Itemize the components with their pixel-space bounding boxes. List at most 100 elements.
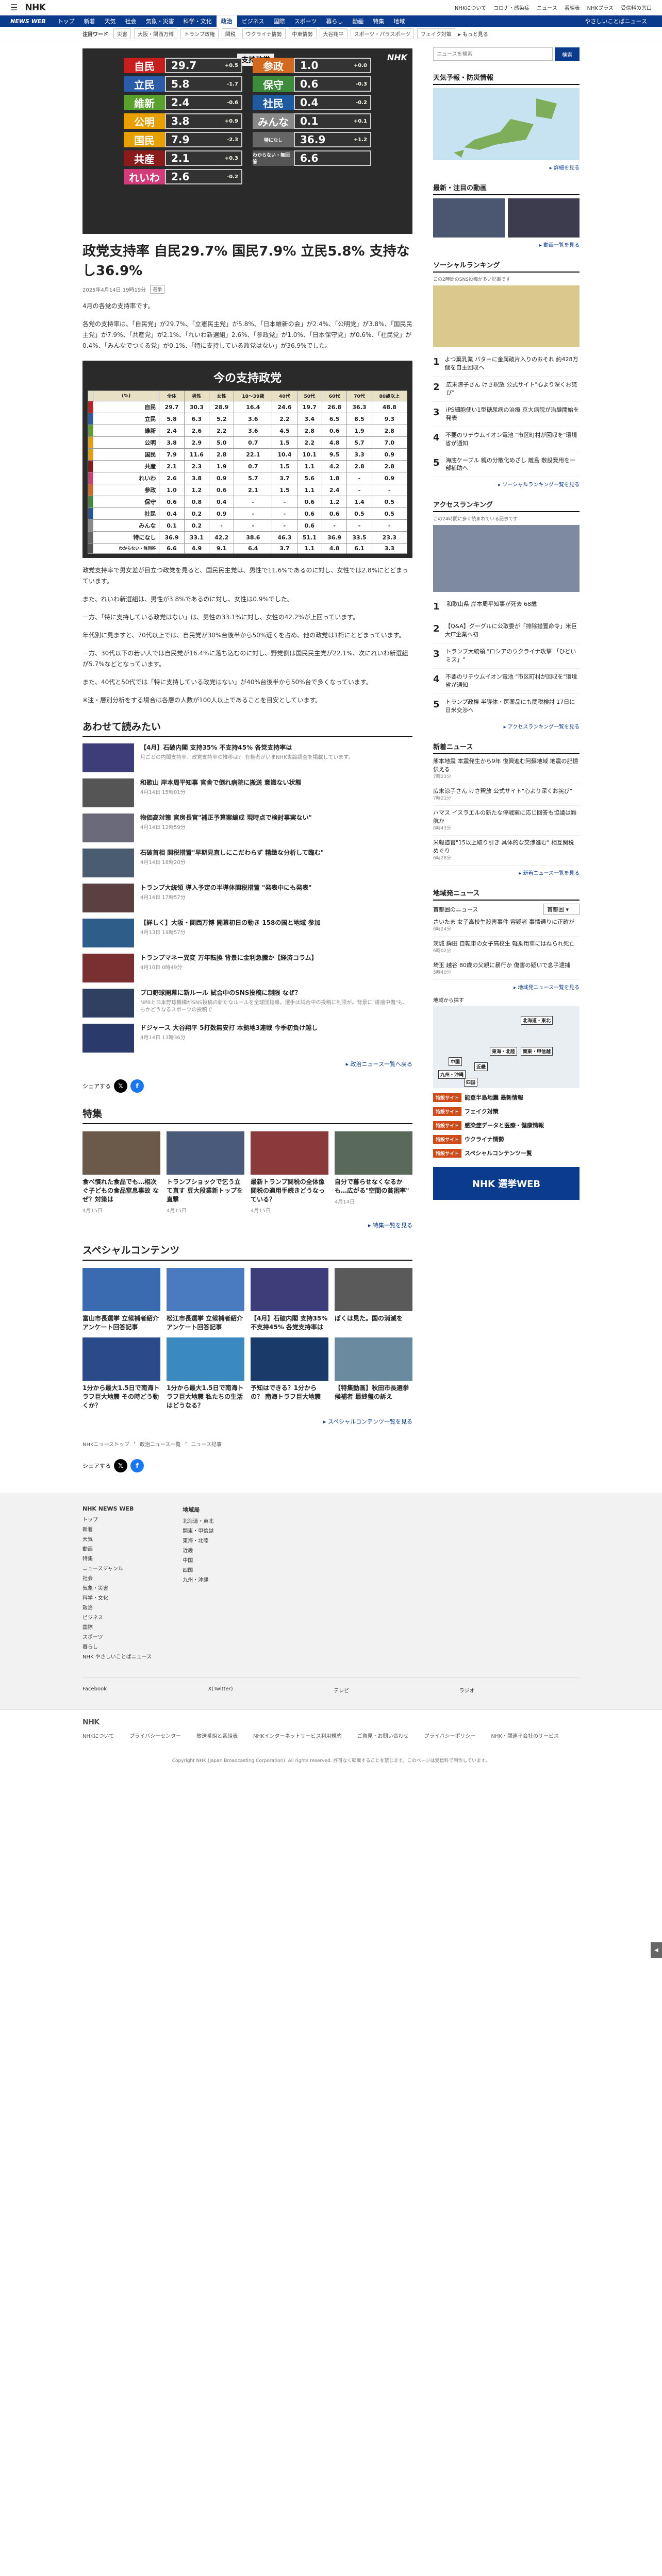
header-link[interactable]: NHKについて [455,4,486,11]
nav-item[interactable]: やさしいことばニュース [581,15,652,27]
related-item[interactable]: トランプマネー異変 万年転換 背景に金利急騰か【経済コラム】 4月10日 0時49… [82,954,412,983]
ranking-title[interactable]: 不要のリチウムイオン電池 "市区町村が回収を"環境省が通知 [445,431,580,448]
nav-item[interactable]: 科学・文化 [179,15,217,27]
special-site-title[interactable]: 能登半島地震 最新情報 [465,1093,523,1101]
special-title[interactable]: 【4月】石破内閣 支持35% 不支持45% 各党支持率は [251,1314,328,1332]
ranking-item[interactable]: 4 不要のリチウムイオン電池 "市区町村が回収を"環境省が通知 [433,669,580,694]
x-icon[interactable]: 𝕏 [114,1079,127,1093]
special-image[interactable] [167,1337,244,1381]
feature-card[interactable]: 最新トランプ関税の全体像 関税の適用手続きどうなっている？ 4月15日 [251,1131,328,1214]
video-thumb[interactable] [508,198,580,238]
feature-title[interactable]: 最新トランプ関税の全体像 関税の適用手続きどうなっている？ [251,1178,328,1204]
related-title[interactable]: 【4月】石破内閣 支持35% 不支持45% 各党支持率は [140,743,353,752]
special-card[interactable]: ぼくは見た。国の消滅を [335,1267,412,1332]
footer-news-link[interactable]: 気象・災害 [82,1584,152,1591]
news-list-item[interactable]: 埼玉 越谷 80歳の父親に暴行か 傷害の疑いで息子逮捕 5時40分 [433,958,580,980]
footer-bottom-link[interactable]: 放送番組と番組表 [196,1732,238,1739]
ranking-title[interactable]: トランプ政権 半導体・医薬品にも関税検討 17日に日米交渉へ [445,698,580,715]
keyword-chip[interactable]: 大谷翔平 [319,28,347,39]
nav-item[interactable]: スポーツ [290,15,322,27]
ranking-item[interactable]: 1 和歌山県 岸本周平知事が死去 68歳 [433,596,580,619]
article-tag[interactable]: 選挙 [150,285,165,294]
breadcrumb-item[interactable]: NHKニューストップ [82,1440,129,1448]
keyword-chip[interactable]: ウクライナ情勢 [242,28,286,39]
footer-region-link[interactable]: 東海・北陸 [183,1536,213,1544]
footer-news-link[interactable]: 暮らし [82,1642,152,1650]
region-map-item[interactable]: 東海・北陸 [490,1046,518,1056]
related-item[interactable]: トランプ大統領 導入予定の半導体関税措置 "発表中にも発表" 4月14日 17時5… [82,884,412,913]
related-thumb[interactable] [82,919,134,948]
facebook-icon[interactable]: f [130,1459,144,1472]
keyword-chip[interactable]: 大阪・関西万博 [134,28,177,39]
related-thumb[interactable] [82,849,134,878]
footer-bottom-link[interactable]: プライバシーセンター [129,1732,181,1739]
footer-news-link[interactable]: 動画 [82,1545,152,1552]
footer-region-link[interactable]: 中国 [183,1556,213,1564]
special-card[interactable]: 1分から最大1.5日で南海トラフ巨大地震 私たちの生活はどうなる？ [167,1337,244,1410]
ranking-title[interactable]: トランプ大統領 "ロシアのウクライナ攻撃 「ひどいミス」" [445,648,580,664]
nav-item[interactable]: ビジネス [237,15,269,27]
footer-bottom-link[interactable]: プライバシーポリシー [424,1732,476,1739]
region-map-item[interactable]: 関東・甲信越 [521,1046,553,1056]
header-link[interactable]: ニュース [537,4,557,11]
footer-region-link[interactable]: 関東・甲信越 [183,1527,213,1534]
news-list-item[interactable]: ハマス イスラエルの新たな停戦案に応じ回答も協議は難航か 6時43分 [433,806,580,836]
nav-item[interactable]: 天気 [100,15,121,27]
footer-bottom-link[interactable]: ご意見・お問い合わせ [357,1732,409,1739]
special-card[interactable]: 【4月】石破内閣 支持35% 不支持45% 各党支持率は [251,1267,328,1332]
related-title[interactable]: 和歌山 岸本周平知事 官舎で倒れ病院に搬送 意識ない状態 [140,778,302,787]
access-more-link[interactable]: ▸ アクセスランキング一覧を見る [433,722,580,730]
keyword-chip[interactable]: 中東情勢 [288,28,317,39]
footer-news-link[interactable]: ビジネス [82,1613,152,1621]
special-title[interactable]: 1分から最大1.5日で南海トラフ巨大地震 その時どう動くか？ [82,1384,160,1410]
footer-region-link[interactable]: 近畿 [183,1546,213,1554]
keyword-chip[interactable]: 関税 [221,28,239,39]
special-image[interactable] [167,1267,244,1311]
related-title[interactable]: ドジャース 大谷翔平 5打数無安打 本拠地3連戦 今季初負け越し [140,1024,318,1032]
search-input[interactable] [433,47,553,61]
ranking-title[interactable]: 広末涼子さん けさ釈放 公式サイト"心より深くお詫び" [446,381,580,397]
footer-news-link[interactable]: ニュースジャンル [82,1564,152,1572]
video-thumb[interactable] [433,198,505,238]
election-web-banner[interactable]: NHK 選挙WEB [433,1166,580,1200]
footer-bottom-link[interactable]: NHKインターネットサービス利用規約 [253,1732,342,1739]
nav-item[interactable]: 社会 [121,15,141,27]
special-site-link[interactable]: 特設サイト 能登半島地震 最新情報 [433,1093,580,1102]
ranking-title[interactable]: よつ葉乳業 バターに金属破片入りのおそれ 約428万個を自主回収へ [445,355,580,372]
feature-title[interactable]: 自分で暮らせなくなるかも…広がる"空間の貧困率" [335,1178,412,1195]
footer-bottom-link[interactable]: NHK・関連子会社のサービス [491,1732,559,1739]
special-title[interactable]: 1分から最大1.5日で南海トラフ巨大地震 私たちの生活はどうなる？ [167,1384,244,1410]
related-thumb[interactable] [82,814,134,843]
related-title[interactable]: プロ野球開幕に新ルール 試合中のSNS投稿に制限 なぜ？ [140,989,412,997]
nav-item[interactable]: 特集 [368,15,389,27]
footer-region-link[interactable]: 九州・沖縄 [183,1575,213,1583]
special-site-title[interactable]: フェイク対策 [465,1107,499,1115]
header-link[interactable]: NHKプラス [587,4,614,11]
footer-news-link[interactable]: 社会 [82,1574,152,1582]
keyword-chip[interactable]: 災害 [113,28,131,39]
special-title[interactable]: 富山市長選挙 立候補者紹介 アンケート回答記事 [82,1314,160,1332]
related-thumb[interactable] [82,884,134,913]
keyword-chip[interactable]: スポーツ・パラスポーツ [350,28,414,39]
newest-more-link[interactable]: ▸ 新着ニュース一覧を見る [433,869,580,876]
footer-news-link[interactable]: 特集 [82,1554,152,1562]
regional-more-link[interactable]: ▸ 地域発ニュース一覧を見る [433,983,580,991]
news-list-title[interactable]: 茨城 鉾田 自転車の女子高校生 軽乗用車にはねられ死亡 [433,940,580,948]
related-item[interactable]: 物価高対策 官房長官"補正予算案編成 現時点で検討事実ない" 4月14日 12時5… [82,814,412,843]
news-web-brand[interactable]: NEWS WEB [10,18,46,25]
special-more-link[interactable]: ▸ スペシャルコンテンツ一覧を見る [82,1417,412,1426]
ranking-item[interactable]: 3 トランプ大統領 "ロシアのウクライナ攻撃 「ひどいミス」" [433,643,580,669]
related-item[interactable]: 和歌山 岸本周平知事 官舎で倒れ病院に搬送 意識ない状態 4月14日 15時01分 [82,778,412,808]
feature-card[interactable]: 自分で暮らせなくなるかも…広がる"空間の貧困率" 4月14日 [335,1131,412,1213]
ranking-item[interactable]: 3 iPS細胞使い1型糖尿病の治療 京大病院が治験開始を発表 [433,402,580,427]
weather-more-link[interactable]: ▸ 詳細を見る [433,163,580,171]
special-site-title[interactable]: スペシャルコンテンツ一覧 [465,1149,532,1157]
related-item[interactable]: 【4月】石破内閣 支持35% 不支持45% 各党支持率は 月ごとの内閣支持率、政党… [82,743,412,773]
related-thumb[interactable] [82,989,134,1018]
news-list-title[interactable]: 広末涼子さん けさ釈放 公式サイト"心より深くお詫び" [433,787,580,795]
regional-select[interactable]: 首都圏 ▾ [543,903,580,915]
feature-card[interactable]: トランプショックで乞う立て直す 豆大段業新トップを直撃 4月15日 [167,1131,244,1214]
related-item[interactable]: ドジャース 大谷翔平 5打数無安打 本拠地3連戦 今季初負け越し 4月14日 13… [82,1024,412,1053]
weather-map[interactable] [433,88,580,160]
special-site-link[interactable]: 特設サイト スペシャルコンテンツ一覧 [433,1148,580,1158]
